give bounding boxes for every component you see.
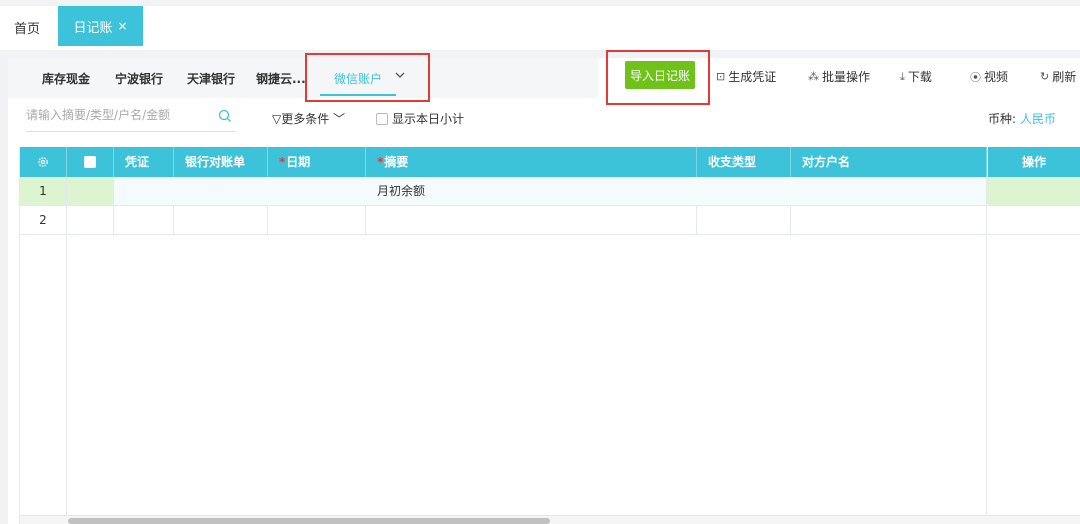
refresh-label: 刷新: [1052, 70, 1077, 84]
row-summary-cell[interactable]: 月初余额: [366, 177, 697, 206]
row-index: 1: [20, 177, 67, 206]
download-label: 下载: [907, 70, 932, 84]
batch-operation-label: 批量操作: [822, 70, 871, 84]
header-type: 收支类型: [697, 147, 791, 177]
batch-icon: ⁂: [808, 70, 819, 83]
row-operations-cell[interactable]: [987, 206, 1080, 235]
header-counterparty: 对方户名: [791, 147, 987, 177]
tab-home[interactable]: 首页: [14, 18, 40, 37]
required-mark: *: [279, 155, 286, 169]
row-checkbox-cell[interactable]: [67, 177, 114, 206]
play-circle-icon: ⦿: [970, 70, 981, 84]
show-daily-subtotal-checkbox[interactable]: 显示本日小计: [376, 110, 464, 127]
row-checkbox-cell[interactable]: [67, 206, 114, 235]
filter-icon: ▽: [272, 112, 282, 126]
account-tab-cash[interactable]: 库存现金: [42, 70, 90, 87]
search-icon[interactable]: [218, 109, 232, 123]
column-divider: [986, 236, 987, 516]
highlight-box-wechat-tab: [305, 53, 430, 102]
table-row[interactable]: 1 月初余额: [20, 177, 1080, 206]
currency-selector[interactable]: 币种: 人民币: [988, 110, 1056, 127]
table-header: 凭证 银行对账单 *日期 *摘要 收支类型 对方户名 操作: [20, 147, 1080, 177]
video-button[interactable]: ⦿ 视频: [970, 68, 1008, 85]
video-label: 视频: [984, 70, 1009, 84]
search-box: [26, 106, 236, 132]
select-all-checkbox[interactable]: [84, 156, 96, 168]
column-divider: [66, 236, 67, 516]
horizontal-scrollbar[interactable]: [20, 515, 1080, 524]
header-date-label: 日期: [286, 155, 311, 169]
row-voucher-cell[interactable]: [114, 206, 174, 235]
journal-table: 凭证 银行对账单 *日期 *摘要 收支类型 对方户名 操作 1 月初余额 2: [19, 147, 1080, 524]
more-conditions-label: 更多条件: [281, 112, 330, 126]
header-operations: 操作: [987, 147, 1080, 177]
scrollbar-thumb[interactable]: [68, 518, 550, 524]
header-summary-label: 摘要: [384, 155, 409, 169]
select-all-header: [67, 147, 114, 177]
row-counterparty-cell[interactable]: [791, 206, 987, 235]
close-icon[interactable]: ×: [117, 19, 127, 33]
download-icon: ⤓: [900, 69, 905, 83]
row-operations-cell[interactable]: [986, 177, 1080, 206]
table-row[interactable]: 2: [20, 206, 1080, 235]
row-date-cell[interactable]: [268, 206, 366, 235]
generate-voucher-label: 生成凭证: [728, 70, 777, 84]
highlight-box-import: [606, 50, 710, 105]
row-summary-cell[interactable]: [366, 206, 697, 235]
tab-journal[interactable]: 日记账 ×: [58, 6, 143, 46]
row-bank-statement-cell[interactable]: [174, 206, 268, 235]
chevron-down-icon: ﹀: [329, 112, 346, 126]
refresh-icon: ↻: [1040, 70, 1050, 83]
row-voucher-cell[interactable]: [114, 177, 367, 206]
refresh-button[interactable]: ↻ 刷新: [1040, 68, 1076, 85]
voucher-icon: ⊡: [716, 70, 726, 83]
show-daily-subtotal-label: 显示本日小计: [392, 112, 465, 126]
column-settings-header[interactable]: [20, 147, 67, 177]
tab-journal-label: 日记账: [73, 20, 113, 36]
gear-icon[interactable]: [37, 156, 49, 168]
currency-label: 币种:: [988, 112, 1017, 126]
more-conditions-dropdown[interactable]: ▽更多条件 ﹀: [272, 110, 345, 127]
checkbox-square[interactable]: [376, 112, 388, 125]
header-voucher: 凭证: [114, 147, 174, 177]
top-strip: [0, 0, 1080, 6]
row-rest-cell[interactable]: [697, 177, 987, 206]
batch-operation-button[interactable]: ⁂ 批量操作: [808, 68, 870, 85]
header-summary: *摘要: [366, 147, 697, 177]
header-bank-statement: 银行对账单: [174, 147, 268, 177]
currency-value[interactable]: 人民币: [1020, 112, 1056, 126]
row-index: 2: [20, 206, 67, 235]
generate-voucher-button[interactable]: ⊡ 生成凭证: [716, 68, 776, 85]
account-tab-ningbo-bank[interactable]: 宁波银行: [115, 70, 163, 87]
account-tab-gangjie[interactable]: 钢捷云...: [256, 70, 306, 87]
required-mark: *: [377, 155, 384, 169]
row-type-cell[interactable]: [697, 206, 791, 235]
header-date: *日期: [268, 147, 366, 177]
account-tab-tianjin-bank[interactable]: 天津银行: [187, 70, 235, 87]
search-input[interactable]: [26, 108, 211, 122]
top-tab-bar: 首页 日记账 ×: [0, 0, 1080, 50]
download-button[interactable]: ⤓ 下载: [900, 68, 932, 85]
